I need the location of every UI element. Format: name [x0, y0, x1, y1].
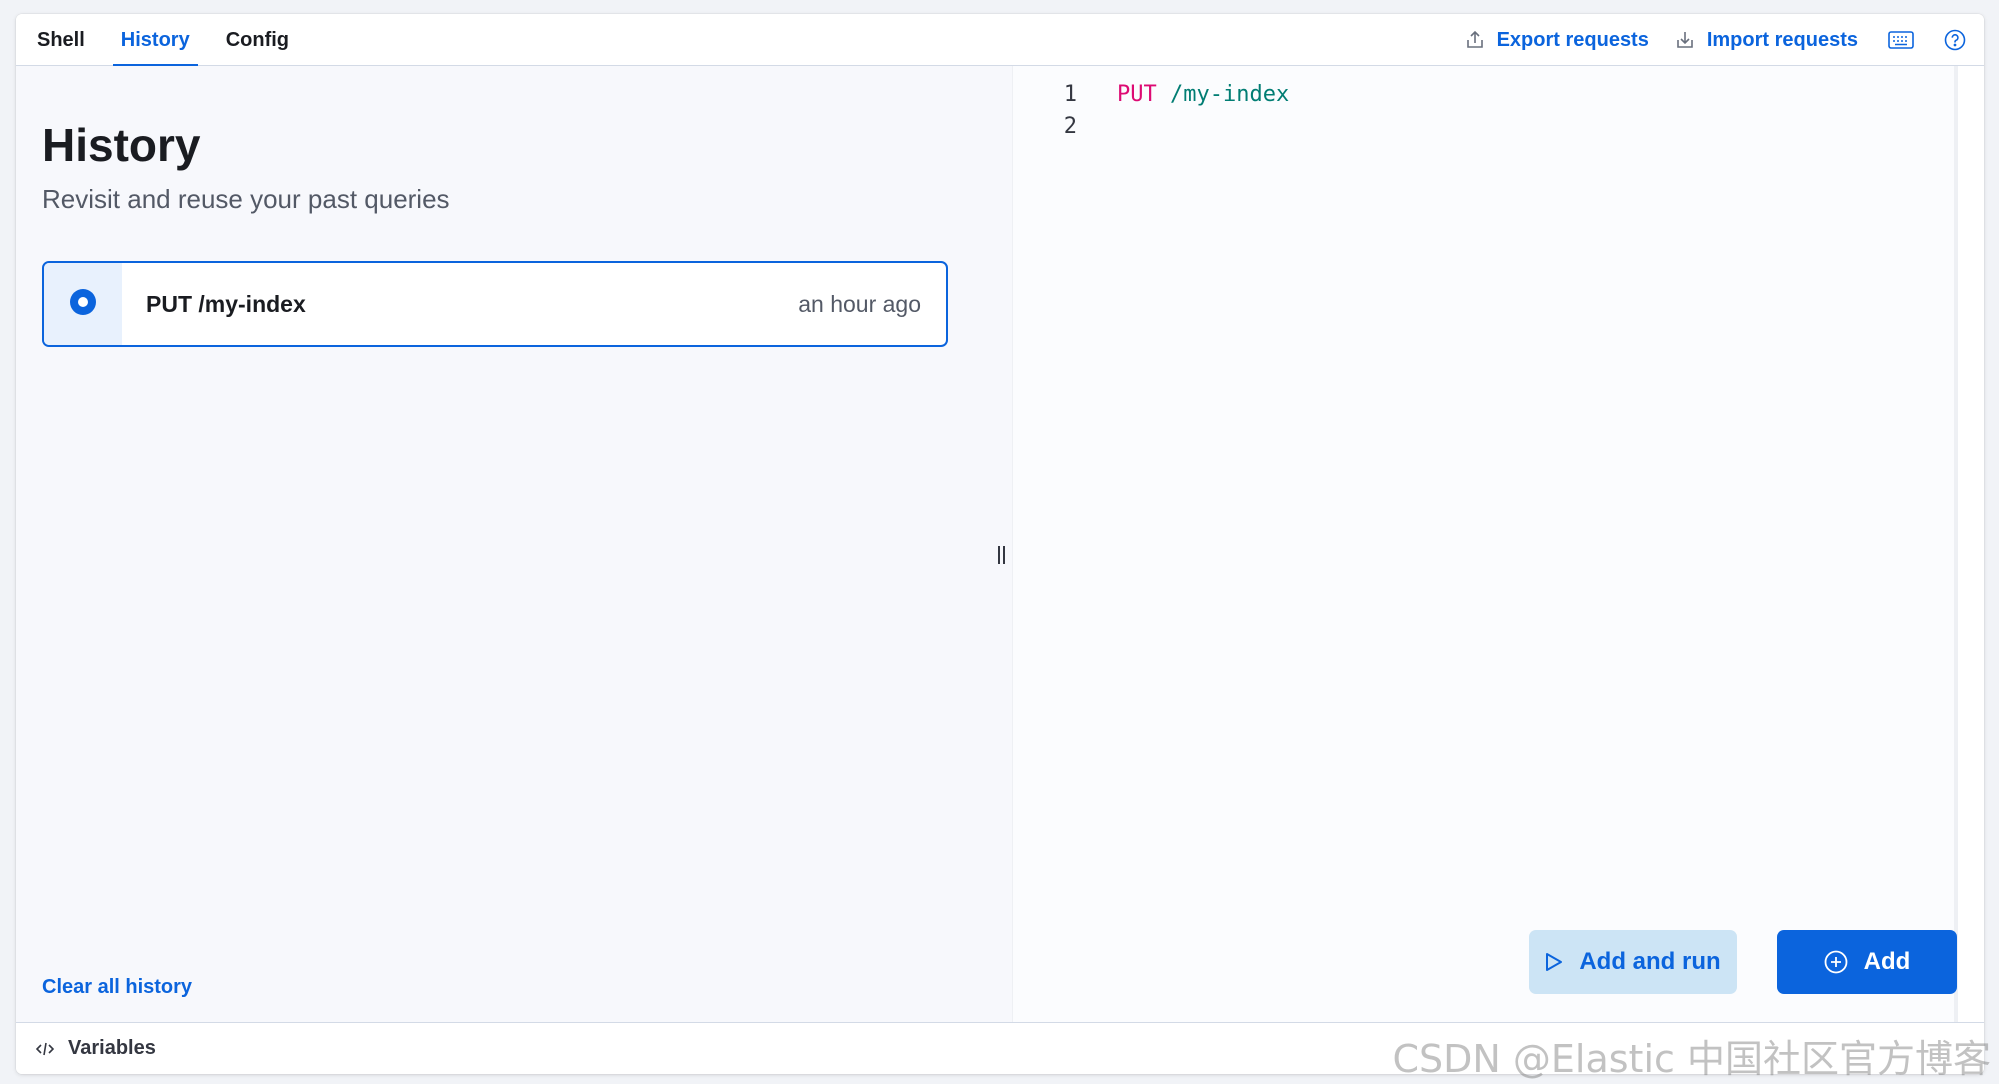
- history-item-time: an hour ago: [798, 290, 921, 317]
- keyboard-icon: [1888, 31, 1914, 49]
- tab-config[interactable]: Config: [211, 14, 304, 66]
- import-icon: [1677, 32, 1693, 48]
- request-preview-editor[interactable]: 1 PUT /my-index 2: [1012, 66, 1958, 1024]
- line-code: PUT /my-index: [1117, 82, 1289, 107]
- console-window: Shell History Config Export requests Imp…: [16, 14, 1984, 1074]
- export-requests-label: Export requests: [1496, 28, 1649, 51]
- history-panel: History Revisit and reuse your past quer…: [16, 66, 1012, 1024]
- toolbar: Export requests Import requests: [1439, 14, 1984, 66]
- tab-list: Shell History Config: [16, 14, 304, 67]
- grip-line: [997, 546, 1000, 564]
- add-button[interactable]: Add: [1777, 930, 1957, 994]
- keyboard-shortcuts-button[interactable]: [1888, 31, 1914, 49]
- editor-line: 2: [1013, 110, 1117, 142]
- line-number: 2: [1063, 113, 1077, 139]
- tab-history[interactable]: History: [106, 14, 205, 67]
- help-icon: [1944, 29, 1966, 51]
- variables-button[interactable]: Variables: [36, 1037, 156, 1060]
- page-subtitle: Revisit and reuse your past queries: [42, 184, 450, 214]
- import-requests-label: Import requests: [1706, 28, 1858, 51]
- play-icon: [1546, 953, 1563, 971]
- page-title: History: [42, 119, 201, 171]
- history-item-query: PUT /my-index: [146, 290, 306, 317]
- history-item-selector: [44, 263, 122, 345]
- watermark: CSDN @Elastic 中国社区官方博客: [1392, 1037, 1991, 1081]
- export-requests-button[interactable]: Export requests: [1465, 29, 1649, 52]
- line-number: 1: [1063, 81, 1077, 107]
- variables-label: Variables: [68, 1037, 156, 1059]
- history-item[interactable]: PUT /my-index an hour ago: [42, 261, 948, 347]
- code-brackets-icon: [36, 1042, 54, 1055]
- tab-shell[interactable]: Shell: [22, 14, 100, 66]
- radio-selected-icon[interactable]: [70, 289, 96, 315]
- panel-resize-handle[interactable]: [994, 546, 1008, 572]
- plus-circle-icon: [1824, 950, 1848, 974]
- top-bar: Shell History Config Export requests Imp…: [16, 14, 1984, 67]
- help-button[interactable]: [1944, 29, 1966, 51]
- request-method: PUT: [1117, 81, 1157, 107]
- export-icon: [1466, 30, 1483, 48]
- import-requests-button[interactable]: Import requests: [1675, 29, 1858, 52]
- editor-scrollbar[interactable]: [1954, 66, 1958, 1024]
- add-and-run-button[interactable]: Add and run: [1529, 930, 1737, 994]
- editor-line: 1 PUT /my-index: [1013, 78, 1289, 110]
- clear-all-history-link[interactable]: Clear all history: [42, 976, 192, 999]
- request-path: /my-index: [1170, 81, 1290, 107]
- grip-line: [1002, 546, 1005, 564]
- add-and-run-label: Add and run: [1579, 948, 1721, 975]
- add-label: Add: [1863, 948, 1911, 975]
